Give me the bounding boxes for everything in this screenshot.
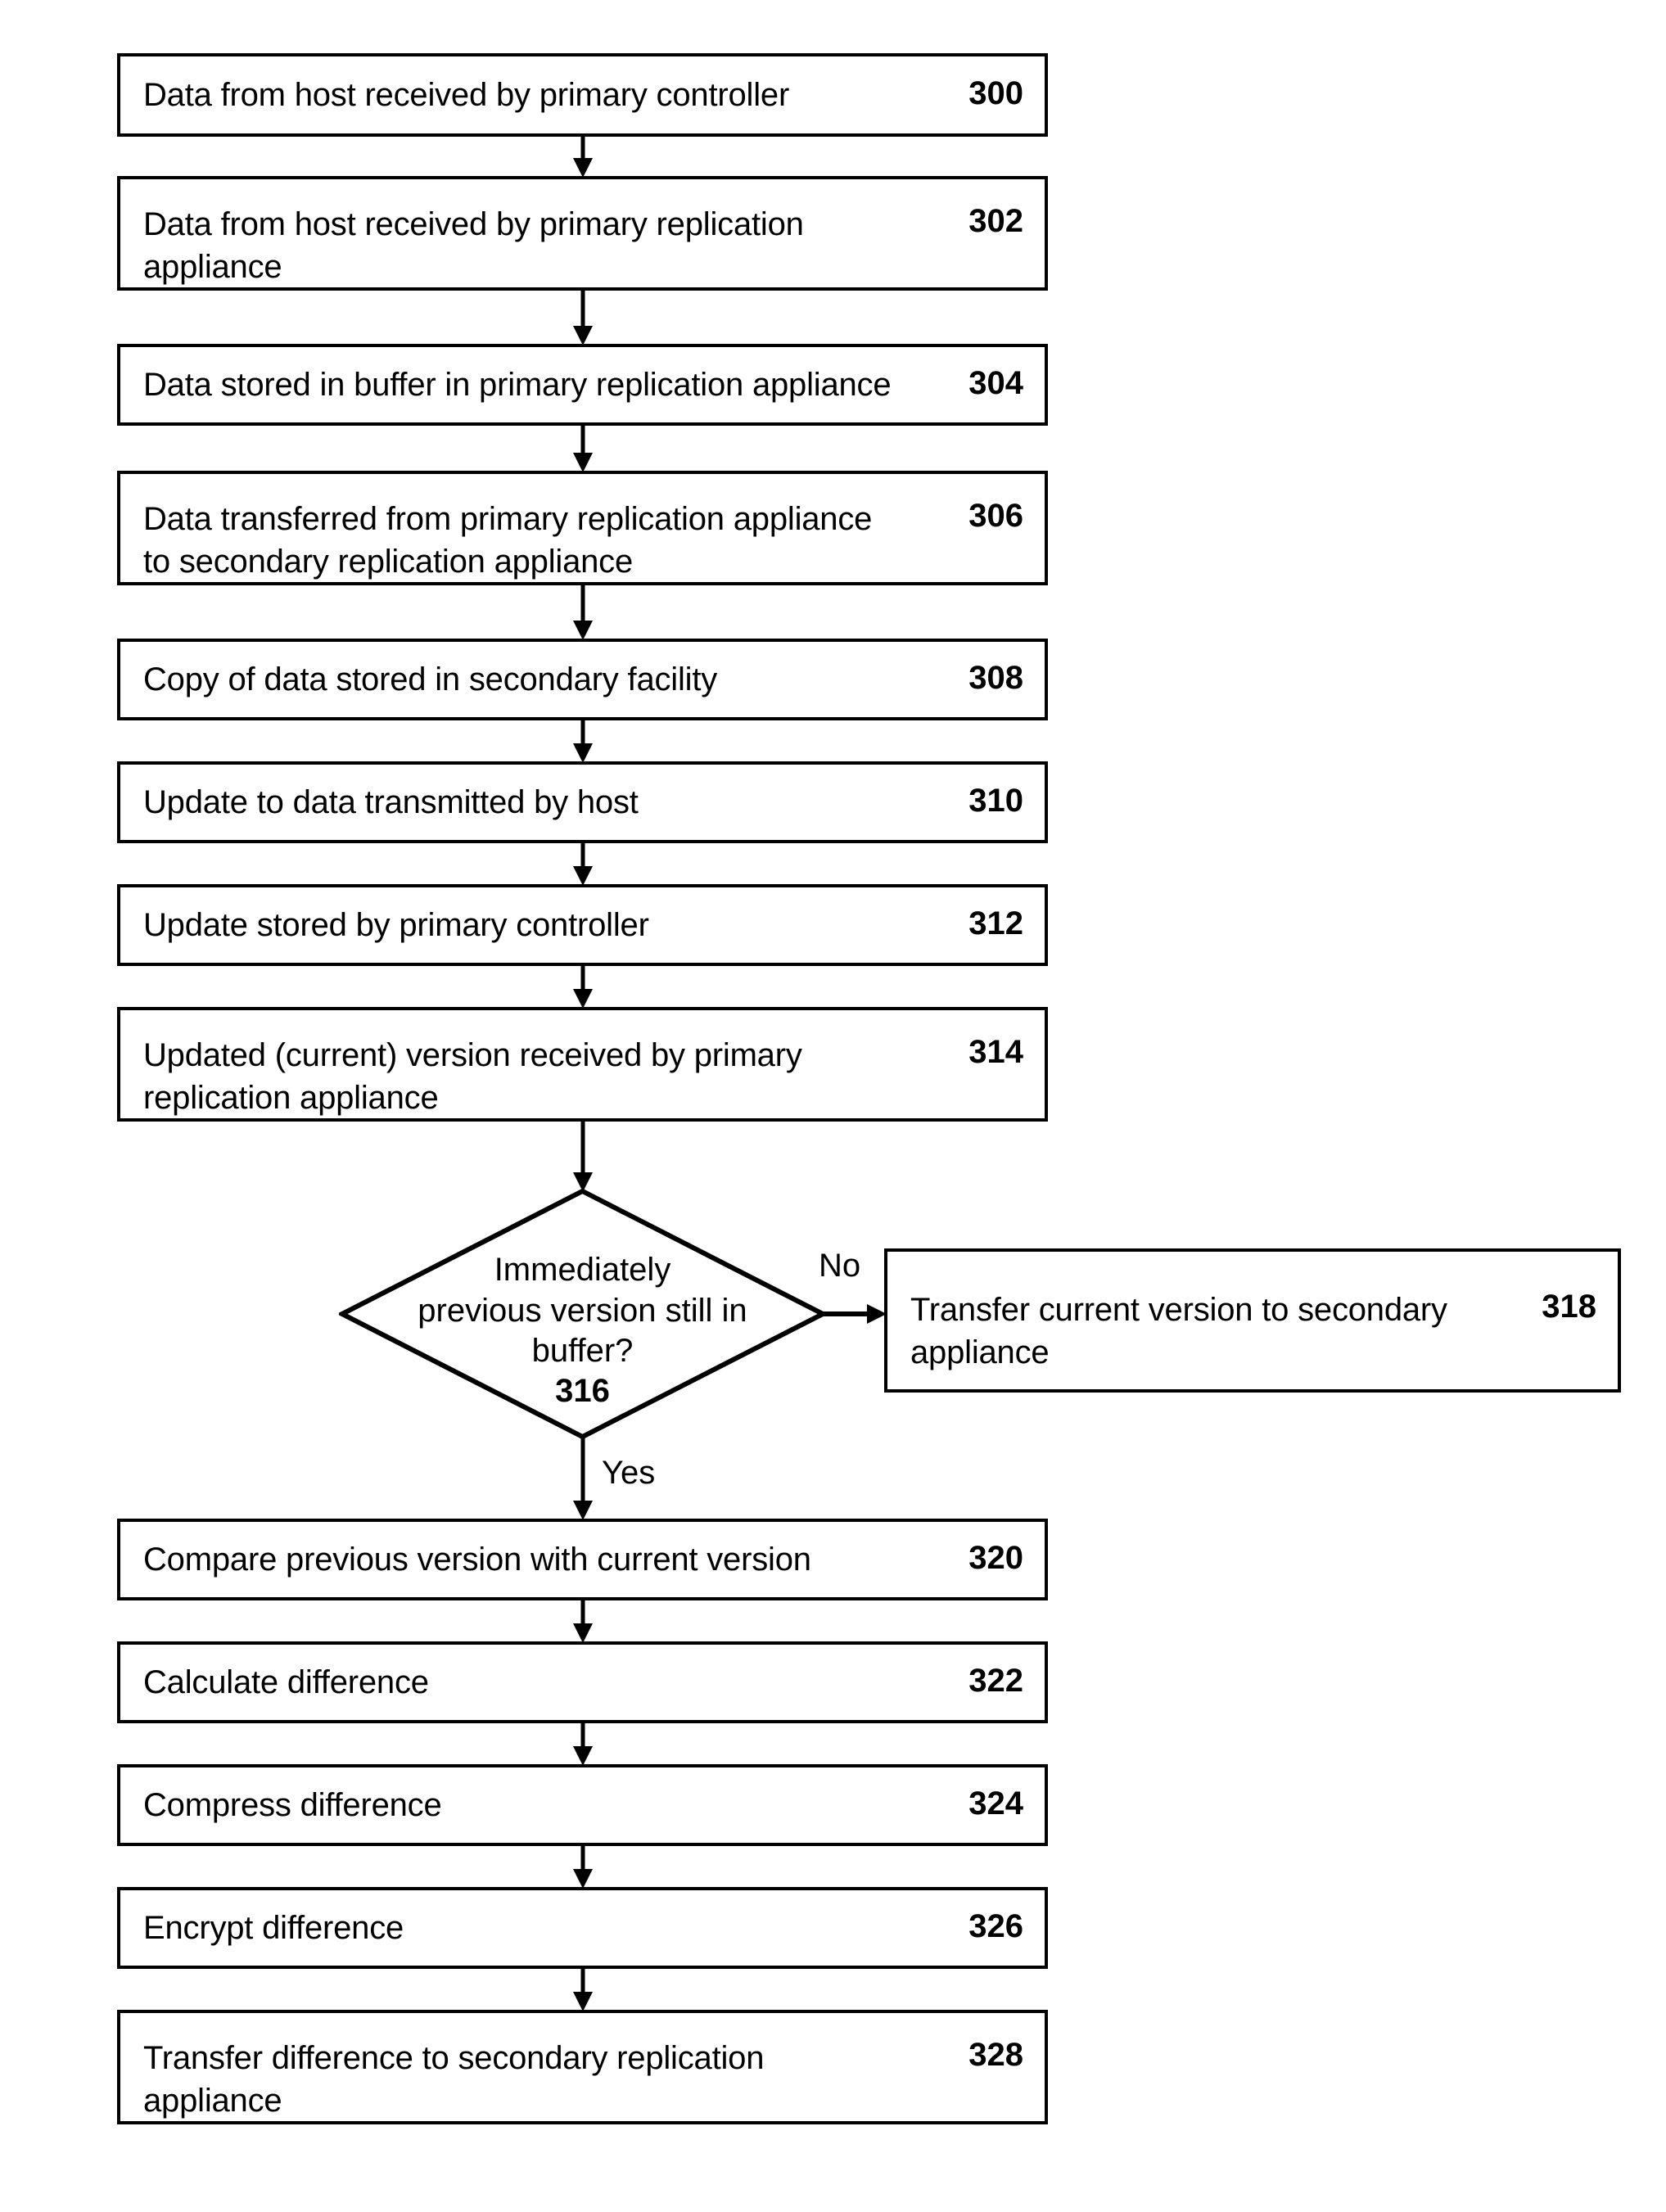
flow-node-326-inner: Encrypt difference 326 — [120, 1907, 1045, 1949]
flow-node-312-label: Update stored by primary controller — [143, 907, 649, 943]
arrow-down-icon — [573, 842, 593, 886]
flow-node-310: Update to data transmitted by host 310 — [117, 761, 1048, 843]
flow-edge-302-304 — [565, 289, 601, 347]
flow-node-300: Data from host received by primary contr… — [117, 53, 1048, 137]
flow-edge-label-no: No — [819, 1248, 861, 1284]
flow-node-320-inner: Compare previous version with current ve… — [120, 1538, 1045, 1581]
flow-node-306-ref: 306 — [968, 498, 1023, 534]
flow-node-326: Encrypt difference 326 — [117, 1887, 1048, 1969]
flow-edge-314-316 — [565, 1120, 601, 1194]
flow-node-318-ref: 318 — [1542, 1289, 1596, 1325]
flow-node-306-inner: Data transferred from primary replicatio… — [120, 473, 1045, 583]
flow-node-312-inner: Update stored by primary controller 312 — [120, 904, 1045, 946]
flow-node-308-inner: Copy of data stored in secondary facilit… — [120, 658, 1045, 701]
flow-edge-308-310 — [565, 719, 601, 765]
flow-node-302: Data from host received by primary repli… — [117, 176, 1048, 291]
flow-node-300-label: Data from host received by primary contr… — [143, 77, 790, 113]
flow-node-312: Update stored by primary controller 312 — [117, 884, 1048, 966]
flow-node-314: Updated (current) version received by pr… — [117, 1007, 1048, 1122]
flow-node-320: Compare previous version with current ve… — [117, 1519, 1048, 1600]
arrow-down-icon — [573, 1844, 593, 1889]
flow-node-328-label: Transfer difference to secondary replica… — [143, 2040, 765, 2119]
flow-node-324-label: Compress difference — [143, 1787, 442, 1823]
flow-node-314-label: Updated (current) version received by pr… — [143, 1037, 802, 1116]
flow-edge-322-324 — [565, 1722, 601, 1767]
flow-edge-312-314 — [565, 964, 601, 1010]
arrow-down-icon — [573, 424, 593, 472]
flow-node-318: Transfer current version to secondary ap… — [884, 1248, 1621, 1393]
flow-node-318-inner: Transfer current version to secondary ap… — [887, 1267, 1618, 1374]
flow-node-304-label: Data stored in buffer in primary replica… — [143, 367, 892, 403]
flow-node-322-ref: 322 — [968, 1663, 1023, 1699]
flow-node-314-inner: Updated (current) version received by pr… — [120, 1009, 1045, 1119]
flow-node-308: Copy of data stored in secondary facilit… — [117, 639, 1048, 720]
flow-node-322-inner: Calculate difference 322 — [120, 1661, 1045, 1704]
arrow-down-icon — [573, 964, 593, 1009]
flow-node-318-label: Transfer current version to secondary ap… — [910, 1292, 1447, 1370]
flow-node-300-ref: 300 — [968, 75, 1023, 111]
flow-node-304-inner: Data stored in buffer in primary replica… — [120, 363, 1045, 406]
arrow-down-icon — [573, 584, 593, 640]
flow-node-320-label: Compare previous version with current ve… — [143, 1542, 811, 1578]
flow-node-316-ref: 316 — [555, 1373, 610, 1409]
flow-node-316: Immediately previous version still in bu… — [339, 1188, 826, 1440]
arrow-down-icon — [573, 1435, 593, 1520]
flow-node-326-ref: 326 — [968, 1908, 1023, 1944]
flow-node-326-label: Encrypt difference — [143, 1910, 404, 1946]
flow-node-314-ref: 314 — [968, 1034, 1023, 1070]
flow-edge-316-318-no — [821, 1298, 888, 1330]
arrow-down-icon — [573, 1599, 593, 1643]
flow-node-308-label: Copy of data stored in secondary facilit… — [143, 661, 718, 697]
flow-node-304: Data stored in buffer in primary replica… — [117, 344, 1048, 426]
flow-node-324: Compress difference 324 — [117, 1764, 1048, 1846]
arrow-right-icon — [821, 1304, 887, 1324]
flow-node-312-ref: 312 — [968, 905, 1023, 941]
flow-node-302-label: Data from host received by primary repli… — [143, 206, 804, 285]
arrow-down-icon — [573, 289, 593, 345]
flow-node-320-ref: 320 — [968, 1540, 1023, 1576]
flow-edge-316-320-yes — [565, 1435, 601, 1522]
flow-node-310-label: Update to data transmitted by host — [143, 784, 639, 820]
flow-node-302-ref: 302 — [968, 203, 1023, 239]
flow-edge-320-322 — [565, 1599, 601, 1645]
flow-node-324-inner: Compress difference 324 — [120, 1784, 1045, 1826]
flow-edge-326-328 — [565, 1967, 601, 2013]
flow-node-322-label: Calculate difference — [143, 1664, 429, 1700]
flow-edge-304-306 — [565, 424, 601, 474]
flow-edge-324-326 — [565, 1844, 601, 1890]
flow-node-308-ref: 308 — [968, 660, 1023, 696]
arrow-down-icon — [573, 135, 593, 178]
flow-node-324-ref: 324 — [968, 1785, 1023, 1822]
flow-node-306: Data transferred from primary replicatio… — [117, 471, 1048, 585]
flow-edge-300-302 — [565, 135, 601, 179]
flow-edge-306-308 — [565, 584, 601, 642]
flow-node-304-ref: 304 — [968, 365, 1023, 401]
flow-node-310-inner: Update to data transmitted by host 310 — [120, 781, 1045, 824]
flow-node-316-label: Immediately previous version still in bu… — [418, 1252, 747, 1370]
flow-node-306-label: Data transferred from primary replicatio… — [143, 501, 873, 580]
flow-node-310-ref: 310 — [968, 783, 1023, 819]
flow-node-328-ref: 328 — [968, 2037, 1023, 2073]
arrow-down-icon — [573, 1120, 593, 1192]
flow-node-300-inner: Data from host received by primary contr… — [120, 74, 1045, 116]
flow-node-328: Transfer difference to secondary replica… — [117, 2010, 1048, 2124]
flowchart-canvas: Data from host received by primary contr… — [0, 0, 1666, 2212]
arrow-down-icon — [573, 719, 593, 763]
flow-edge-310-312 — [565, 842, 601, 887]
flow-node-322: Calculate difference 322 — [117, 1641, 1048, 1723]
arrow-down-icon — [573, 1967, 593, 2011]
flow-node-328-inner: Transfer difference to secondary replica… — [120, 2012, 1045, 2122]
flow-node-302-inner: Data from host received by primary repli… — [120, 178, 1045, 288]
arrow-down-icon — [573, 1722, 593, 1766]
flow-edge-label-yes: Yes — [602, 1455, 656, 1491]
